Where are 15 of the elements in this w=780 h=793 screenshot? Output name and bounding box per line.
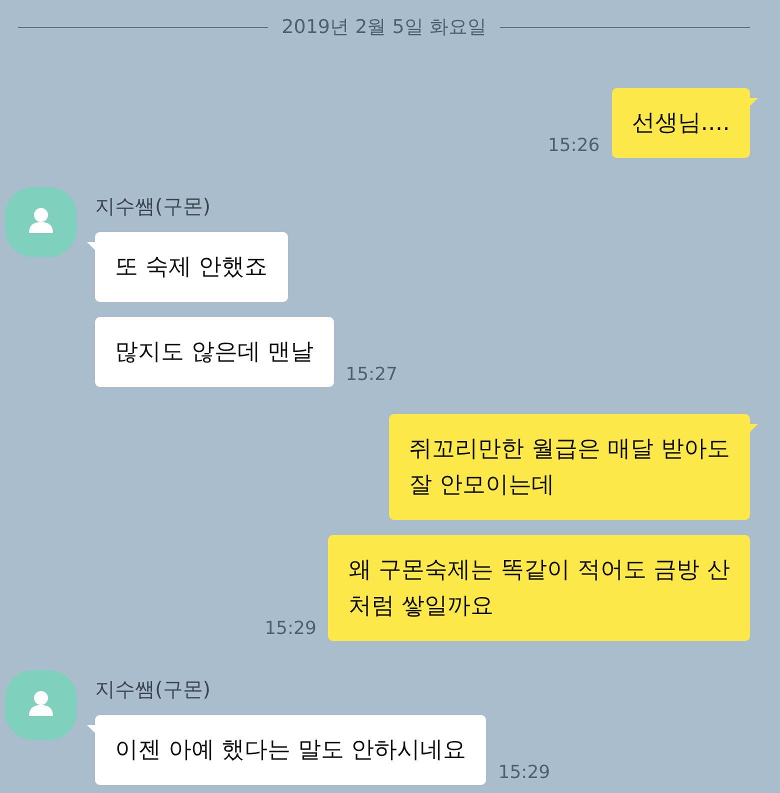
sender-name: 지수쌤(구몬) [95, 193, 212, 220]
avatar-icon[interactable] [5, 187, 77, 257]
message-time: 15:29 [264, 618, 316, 639]
message-bubble: 이젠 아예 했다는 말도 안하시네요 [95, 715, 486, 785]
message-time: 15:27 [346, 364, 398, 385]
message-time: 15:29 [498, 762, 550, 783]
sender-name: 지수쌤(구몬) [95, 676, 212, 703]
message-bubble: 선생님.... [612, 88, 750, 158]
date-divider: 2019년 2월 5일 화요일 [282, 15, 486, 40]
message-bubble: 많지도 않은데 맨날 [95, 317, 334, 387]
message-time: 15:26 [548, 135, 600, 156]
message-bubble: 또 숙제 안했죠 [95, 232, 288, 302]
message-bubble: 왜 구몬숙제는 똑같이 적어도 금방 산 처럼 쌓일까요 [328, 535, 750, 641]
avatar-icon[interactable] [5, 670, 77, 740]
message-bubble: 쥐꼬리만한 월급은 매달 받아도 잘 안모이는데 [389, 414, 750, 520]
